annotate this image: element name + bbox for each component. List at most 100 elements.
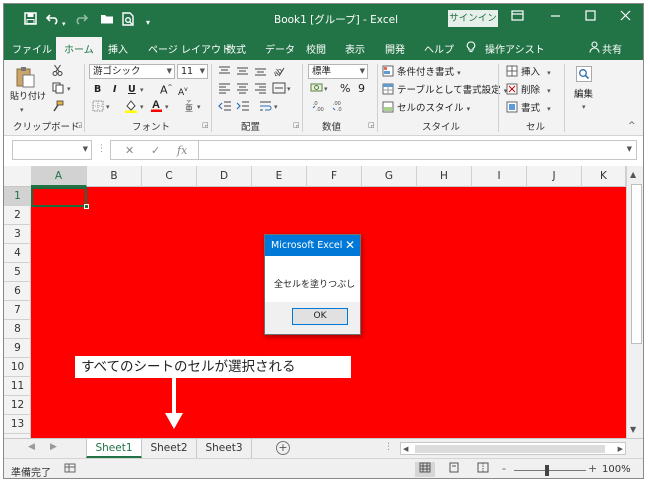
column-header[interactable]: F — [307, 166, 362, 187]
share-person-icon[interactable] — [589, 41, 600, 56]
next-sheet-icon[interactable]: ▶ — [50, 442, 57, 452]
ribbon-display-icon[interactable] — [509, 10, 525, 24]
font-name-select[interactable]: 游ゴシック ▼ — [89, 64, 175, 79]
save-icon[interactable] — [24, 12, 37, 30]
column-header[interactable]: A — [31, 166, 87, 187]
font-color-icon[interactable]: A — [150, 98, 163, 116]
horizontal-scroll-thumb[interactable] — [415, 445, 605, 453]
row-header[interactable]: 4 — [4, 244, 31, 263]
name-box[interactable]: ▼ — [12, 140, 92, 160]
number-launcher-icon[interactable]: ◲ — [368, 121, 375, 129]
bold-button[interactable]: B — [94, 83, 101, 96]
tab-view[interactable]: 表示 — [345, 41, 365, 56]
undo-dropdown-icon[interactable]: ▾ — [62, 16, 66, 32]
column-header[interactable]: D — [197, 166, 252, 187]
expand-formula-bar-icon[interactable]: ▼ — [627, 145, 632, 153]
tab-splitter-icon[interactable]: ⋮ — [384, 442, 393, 452]
decrease-indent-icon[interactable] — [218, 100, 232, 116]
row-header[interactable]: 11 — [4, 377, 31, 396]
formula-input[interactable]: ▼ — [198, 140, 637, 160]
formula-bar-grip-icon[interactable]: ⋮ — [97, 144, 106, 154]
fill-color-dropdown-icon[interactable]: ▾ — [140, 101, 144, 114]
print-preview-icon[interactable] — [122, 12, 135, 31]
increase-indent-icon[interactable] — [236, 100, 250, 116]
undo-icon[interactable] — [45, 12, 60, 30]
align-right-icon[interactable] — [254, 82, 267, 98]
scroll-right-icon[interactable]: ▶ — [618, 443, 623, 455]
currency-icon[interactable] — [310, 82, 324, 98]
merge-dropdown-icon[interactable]: ▾ — [287, 83, 291, 96]
alignment-launcher-icon[interactable]: ◲ — [293, 121, 300, 129]
add-sheet-button[interactable]: + — [276, 441, 290, 455]
customize-qat-icon[interactable]: ▾ — [146, 15, 150, 31]
borders-icon[interactable] — [92, 100, 104, 116]
scroll-left-icon[interactable]: ◀ — [403, 443, 408, 455]
ok-button[interactable]: OK — [292, 308, 348, 325]
zoom-level[interactable]: 100% — [602, 464, 631, 475]
normal-view-icon[interactable] — [415, 462, 435, 477]
dialog-close-icon[interactable]: ✕ — [345, 235, 355, 256]
row-header[interactable]: 9 — [4, 339, 31, 358]
font-color-dropdown-icon[interactable]: ▾ — [165, 101, 169, 114]
row-header[interactable]: 5 — [4, 263, 31, 282]
editing-button[interactable]: 編集 — [574, 88, 593, 101]
font-size-select[interactable]: 11 ▼ — [177, 64, 208, 79]
row-header[interactable]: 3 — [4, 225, 31, 244]
row-header[interactable]: 10 — [4, 358, 31, 377]
format-painter-icon[interactable] — [52, 100, 64, 116]
italic-button[interactable]: I — [113, 83, 117, 96]
row-header[interactable]: 8 — [4, 320, 31, 339]
decrease-decimal-icon[interactable]: .00.0 — [332, 99, 348, 116]
scroll-down-icon[interactable]: ▼ — [630, 425, 636, 434]
row-header[interactable]: 1 — [4, 187, 31, 206]
align-left-icon[interactable] — [218, 82, 231, 98]
page-layout-view-icon[interactable] — [444, 462, 464, 477]
orientation-icon[interactable]: ab — [271, 64, 286, 81]
underline-button[interactable]: U — [128, 83, 136, 96]
page-break-view-icon[interactable] — [473, 462, 493, 477]
active-cell[interactable] — [31, 187, 89, 209]
find-icon[interactable] — [576, 66, 592, 86]
currency-dropdown-icon[interactable]: ▾ — [324, 83, 328, 96]
align-bottom-icon[interactable] — [254, 65, 267, 81]
fill-handle[interactable] — [84, 204, 89, 209]
scroll-thumb[interactable] — [631, 184, 642, 344]
collapse-ribbon-icon[interactable]: ^ — [628, 120, 636, 133]
tab-page-layout[interactable]: ページ レイアウト — [148, 41, 231, 56]
sheet-tab[interactable]: Sheet1 — [86, 439, 142, 458]
copy-dropdown-icon[interactable]: ▾ — [67, 83, 71, 96]
align-middle-icon[interactable] — [236, 65, 249, 81]
redo-icon[interactable] — [74, 12, 89, 30]
align-center-icon[interactable] — [236, 82, 249, 98]
horizontal-scrollbar[interactable]: ◀ ▶ — [400, 442, 626, 455]
format-as-table-button[interactable]: テーブルとして書式設定 ▾ — [382, 83, 507, 98]
close-icon[interactable] — [617, 10, 633, 24]
row-header[interactable]: 12 — [4, 396, 31, 415]
align-top-icon[interactable] — [218, 65, 231, 81]
underline-dropdown-icon[interactable]: ▾ — [140, 84, 144, 97]
increase-decimal-icon[interactable]: .0.00 — [312, 99, 328, 116]
fill-color-icon[interactable] — [124, 99, 138, 117]
number-format-select[interactable]: 標準 ▼ — [308, 64, 368, 79]
tab-help[interactable]: ヘルプ — [424, 41, 454, 56]
tab-review[interactable]: 校閲 — [306, 41, 326, 56]
tab-home[interactable]: ホーム — [56, 37, 102, 60]
sheet-tab[interactable]: Sheet2 — [142, 439, 197, 458]
wrap-dropdown-icon[interactable]: ▾ — [274, 101, 278, 114]
folder-icon[interactable] — [100, 12, 115, 30]
clipboard-launcher-icon[interactable]: ◲ — [76, 121, 83, 129]
vertical-scrollbar[interactable]: ▲ ▼ — [626, 166, 643, 438]
column-header[interactable]: K — [582, 166, 626, 187]
column-header[interactable]: B — [87, 166, 142, 187]
font-grow-icon[interactable]: A^ — [160, 81, 173, 97]
editing-dropdown-icon[interactable]: ▾ — [582, 101, 586, 114]
row-header[interactable]: 7 — [4, 301, 31, 320]
macro-record-icon[interactable] — [64, 462, 76, 477]
column-header[interactable]: H — [417, 166, 472, 187]
phonetic-dropdown-icon[interactable]: ▾ — [197, 101, 201, 114]
tab-file[interactable]: ファイル — [12, 41, 52, 56]
tab-developer[interactable]: 開発 — [385, 41, 405, 56]
merge-center-icon[interactable] — [272, 82, 286, 98]
row-header[interactable]: 6 — [4, 282, 31, 301]
minimize-icon[interactable] — [547, 10, 563, 24]
